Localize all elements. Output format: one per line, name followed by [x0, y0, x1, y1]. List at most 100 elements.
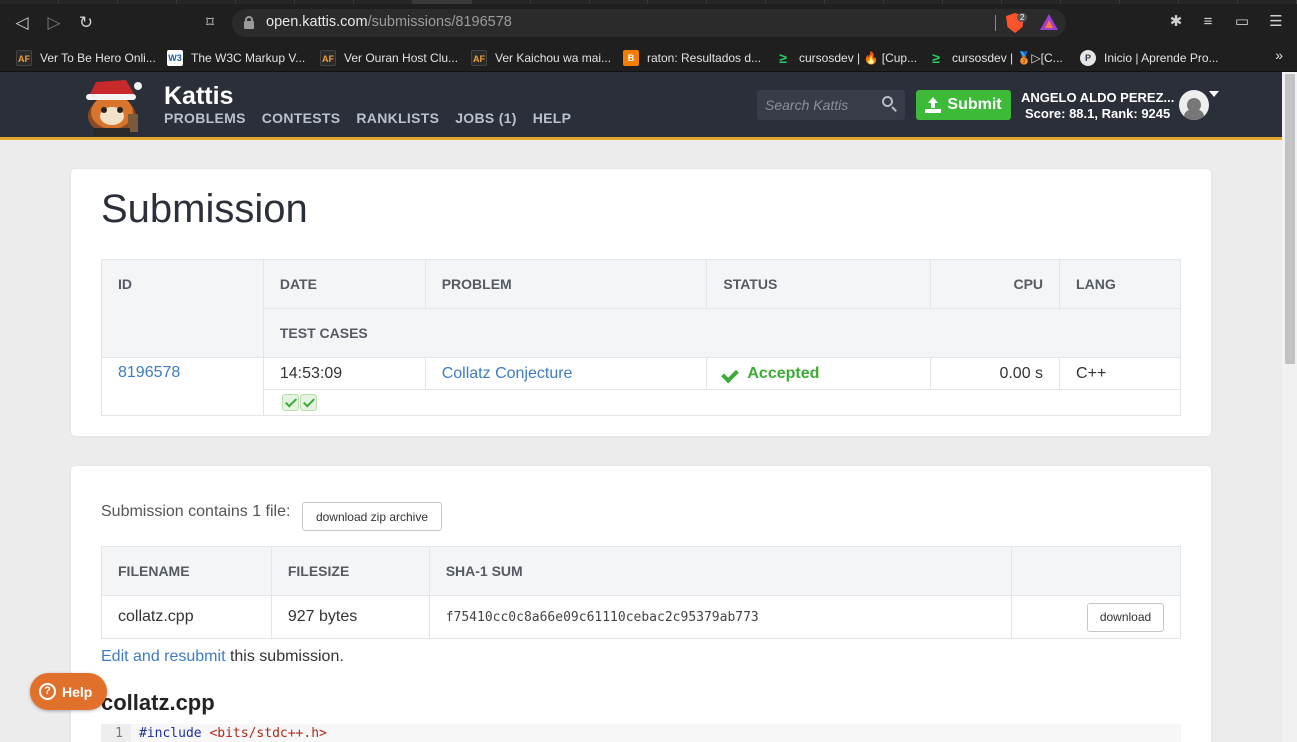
- check-icon: [723, 367, 739, 381]
- cell-filesize: 927 bytes: [270, 595, 430, 639]
- table-row: 8196578 14:53:09 Collatz Conjecture Acce…: [101, 357, 1181, 416]
- bookmark-item[interactable]: P Inicio | Aprende Pro...: [1080, 48, 1219, 68]
- files-card: Submission contains 1 file: download zip…: [71, 466, 1211, 742]
- scrollbar[interactable]: [1282, 72, 1297, 742]
- col-header-filename: FILENAME: [101, 546, 272, 596]
- nav-contests[interactable]: CONTESTS: [262, 110, 341, 126]
- bookmark-label: cursosdev | 🥉▷[C...: [952, 51, 1063, 65]
- files-table: FILENAME FILESIZE SHA-1 SUM collatz.cpp …: [101, 546, 1181, 639]
- edit-resubmit-suffix: this submission.: [225, 648, 344, 665]
- download-zip-button[interactable]: download zip archive: [302, 502, 442, 531]
- help-widget-button[interactable]: ? Help: [30, 673, 107, 710]
- cell-cpu: 0.00 s: [930, 357, 1061, 390]
- forward-icon[interactable]: ▷: [43, 12, 65, 34]
- code-line: 1 #include <bits/stdc++.h>: [101, 724, 1181, 742]
- avatar[interactable]: [1179, 90, 1209, 120]
- cell-status: Accepted: [706, 357, 932, 390]
- page-title: Submission: [101, 187, 308, 231]
- submit-label: Submit: [947, 96, 1002, 113]
- download-file-button[interactable]: download: [1087, 602, 1164, 632]
- bat-rewards-icon[interactable]: [1040, 14, 1058, 30]
- bookmark-item[interactable]: ≥ cursosdev | 🔥 [Cup...: [775, 48, 917, 68]
- file-count-text: Submission contains 1 file:: [101, 503, 291, 520]
- bookmark-label: Ver Kaichou wa mai...: [495, 51, 612, 65]
- bookmark-label: raton: Resultados d...: [647, 51, 762, 65]
- bookmark-item[interactable]: AF Ver Kaichou wa mai...: [471, 48, 611, 68]
- nav-jobs[interactable]: JOBS (1): [455, 110, 517, 126]
- bookmarks-bar: AF Ver To Be Hero Onli... W3 The W3C Marku…: [0, 44, 1297, 72]
- bookmark-item[interactable]: AF Ver To Be Hero Onli...: [16, 48, 156, 68]
- col-header-lang: LANG: [1059, 259, 1181, 309]
- file-heading: collatz.cpp: [101, 690, 215, 715]
- cell-filename: collatz.cpp: [101, 595, 272, 639]
- edit-resubmit-link[interactable]: Edit and resubmit: [101, 648, 226, 665]
- blogger-icon: B: [623, 50, 639, 66]
- bookmark-label: The W3C Markup V...: [191, 51, 306, 65]
- submission-id-link[interactable]: 8196578: [118, 364, 180, 381]
- search-icon[interactable]: [882, 96, 898, 112]
- cell-download: download: [1011, 595, 1181, 639]
- col-header-filesize: FILESIZE: [270, 546, 430, 596]
- submit-button[interactable]: Submit: [916, 90, 1011, 120]
- submission-table: ID DATE PROBLEM STATUS CPU LANG TEST CAS…: [101, 259, 1182, 416]
- scrollbar-thumb[interactable]: [1285, 74, 1295, 364]
- site-header: Kattis PROBLEMS CONTESTS RANKLISTS JOBS …: [0, 72, 1282, 140]
- address-bar[interactable]: open.kattis.com/submissions/8196578 2: [232, 9, 1066, 37]
- col-header-problem: PROBLEM: [424, 259, 708, 309]
- lock-icon: [244, 16, 254, 29]
- cell-problem: Collatz Conjecture: [424, 357, 708, 390]
- help-icon: ?: [39, 683, 56, 700]
- test-case-passed-icon[interactable]: [281, 393, 299, 411]
- status-badge: Accepted: [747, 364, 820, 382]
- cell-id: 8196578: [101, 357, 264, 416]
- bookmark-item[interactable]: W3 The W3C Markup V...: [167, 48, 305, 68]
- col-header-actions: [1011, 546, 1181, 596]
- cell-test-cases: [262, 389, 1182, 416]
- animeflv-icon: AF: [471, 50, 487, 66]
- user-score: Score: 88.1, Rank: 9245: [1025, 106, 1171, 121]
- user-name[interactable]: ANGELO ALDO PEREZ...: [1021, 90, 1174, 105]
- test-case-passed-icon[interactable]: [299, 393, 317, 411]
- nav-ranklists[interactable]: RANKLISTS: [356, 110, 439, 126]
- nav-help[interactable]: HELP: [533, 110, 572, 126]
- menu-icon[interactable]: ☰: [1266, 12, 1286, 32]
- test-cases-row: [102, 389, 1182, 416]
- main-nav: PROBLEMS CONTESTS RANKLISTS JOBS (1) HEL…: [164, 110, 571, 126]
- cursosdev-icon: ≥: [932, 50, 940, 66]
- brand-name[interactable]: Kattis: [164, 82, 233, 111]
- chevron-down-icon[interactable]: [1209, 91, 1219, 97]
- platzi-icon: P: [1080, 50, 1096, 66]
- kattis-logo-icon[interactable]: [74, 76, 152, 136]
- reload-icon[interactable]: ↻: [75, 12, 97, 34]
- submission-card: Submission ID DATE PROBLEM STATUS CPU LA…: [71, 169, 1211, 436]
- col-header-id: ID: [101, 259, 264, 358]
- search-input[interactable]: [757, 90, 877, 120]
- bookmark-label: Ver Ouran Host Clu...: [344, 51, 459, 65]
- nav-problems[interactable]: PROBLEMS: [164, 110, 246, 126]
- bookmark-item[interactable]: AF Ver Ouran Host Clu...: [320, 48, 458, 68]
- line-number: 1: [101, 724, 131, 742]
- help-label: Help: [62, 683, 93, 700]
- animeflv-icon: AF: [320, 50, 336, 66]
- back-icon[interactable]: ◁: [11, 12, 33, 34]
- bookmark-label: cursosdev | 🔥 [Cup...: [799, 51, 918, 65]
- cursosdev-icon: ≥: [779, 50, 787, 66]
- tab-strip: [0, 0, 1297, 4]
- animeflv-icon: AF: [16, 50, 32, 66]
- extensions-icon[interactable]: ✱: [1166, 12, 1186, 32]
- table-row: collatz.cpp 927 bytes f75410cc0c8a66e09c…: [101, 595, 1181, 639]
- bookmark-label: Ver To Be Hero Onli...: [40, 51, 156, 65]
- col-header-test-cases: TEST CASES: [262, 308, 1182, 358]
- col-header-date: DATE: [262, 259, 426, 309]
- url-text[interactable]: open.kattis.com/submissions/8196578: [266, 14, 512, 30]
- bookmark-item[interactable]: ≥ cursosdev | 🥉▷[C...: [928, 48, 1063, 68]
- playlist-icon[interactable]: ≡: [1198, 12, 1218, 32]
- upload-icon: [925, 97, 942, 113]
- problem-link[interactable]: Collatz Conjecture: [442, 365, 573, 382]
- code-header: <bits/stdc++.h>: [209, 726, 327, 741]
- bookmark-item[interactable]: Braton: Resultados d...: [623, 48, 761, 68]
- browser-toolbar: ◁ ▷ ↻ ⌑ open.kattis.com/submissions/8196…: [0, 0, 1297, 44]
- wallet-icon[interactable]: ▭: [1232, 12, 1252, 32]
- bookmark-icon[interactable]: ⌑: [199, 12, 221, 34]
- chevron-right-icon[interactable]: »: [1275, 47, 1283, 63]
